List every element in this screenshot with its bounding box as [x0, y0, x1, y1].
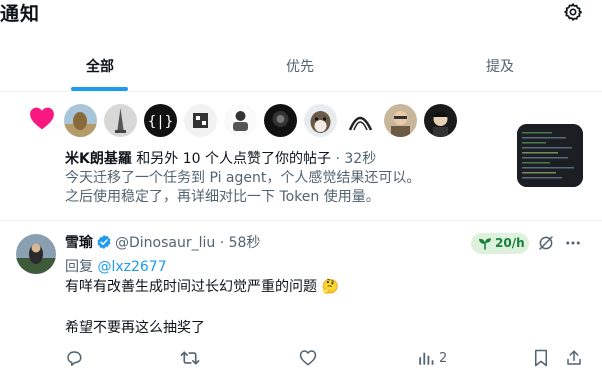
avatar[interactable] — [384, 104, 417, 137]
replying-to: 回复 @lxz2677 — [65, 256, 167, 276]
tab-priority[interactable]: 优先 — [200, 44, 400, 91]
liked-post-line: 今天迁移了一个任务到 Pi agent，个人感觉结果还可以。 — [65, 170, 421, 186]
notifications-header: 通知 — [0, 0, 602, 26]
author-handle[interactable]: @Dinosaur_liu — [115, 235, 215, 251]
reply-button[interactable] — [65, 349, 83, 369]
like-summary: 米K朗基羅 和另外 10 个人点赞了你的帖子 · 32秒 — [65, 149, 485, 169]
avatar[interactable] — [424, 104, 457, 137]
svg-text:{|}: {|} — [148, 114, 173, 130]
bookmark-icon — [535, 349, 547, 367]
rate-badge-label: 20/h — [495, 236, 525, 250]
tab-mentions[interactable]: 提及 — [400, 44, 600, 91]
grok-icon[interactable] — [537, 234, 555, 252]
more-icon[interactable] — [564, 234, 582, 252]
notification-tabs: 全部 优先 提及 — [0, 44, 602, 92]
liker-name[interactable]: 米K朗基羅 — [65, 151, 132, 167]
share-button[interactable] — [565, 349, 583, 369]
repost-icon — [180, 351, 200, 365]
action-bar: 2 — [0, 349, 602, 369]
active-tab-indicator — [71, 87, 128, 91]
replying-to-handle[interactable]: @lxz2677 — [97, 259, 166, 275]
like-notification[interactable]: {|} 米K朗基羅 和另外 10 个人点赞了你的帖子 · 32秒 今天迁移了一个… — [0, 93, 602, 221]
heart-outline-icon — [299, 350, 317, 366]
reply-text: 希望不要再这么抽奖了 — [65, 320, 205, 336]
avatar[interactable] — [184, 104, 217, 137]
analytics-icon — [419, 352, 434, 365]
avatar[interactable] — [344, 104, 377, 137]
replying-to-label: 回复 — [65, 259, 98, 275]
avatar[interactable] — [264, 104, 297, 137]
tab-priority-label: 优先 — [286, 59, 314, 75]
page-title: 通知 — [0, 3, 41, 25]
tab-all[interactable]: 全部 — [0, 44, 200, 91]
avatar[interactable] — [64, 104, 97, 137]
gear-icon[interactable] — [563, 2, 583, 22]
repost-button[interactable] — [180, 349, 200, 369]
view-count: 2 — [439, 351, 448, 366]
liked-post-line: 之后使用稳定了，再详细对比一下 Token 使用量。 — [65, 189, 380, 205]
views-button[interactable]: 2 — [417, 349, 457, 369]
reply-header: 雪瑜 @Dinosaur_liu · 58秒 — [65, 233, 260, 253]
avatar[interactable]: {|} — [144, 104, 177, 137]
reply-notification[interactable]: 雪瑜 @Dinosaur_liu · 58秒 回复 @lxz2677 有咩有改善生… — [0, 222, 602, 386]
liked-post-preview: 今天迁移了一个任务到 Pi agent，个人感觉结果还可以。 之后使用稳定了，再… — [65, 169, 485, 207]
author-name[interactable]: 雪瑜 — [65, 235, 93, 251]
avatar[interactable] — [16, 234, 56, 274]
share-icon — [567, 350, 581, 365]
post-media-thumbnail[interactable] — [517, 124, 583, 187]
reply-timestamp: · 58秒 — [219, 235, 261, 251]
rate-badge[interactable]: 20/h — [471, 233, 529, 254]
reply-icon — [67, 351, 82, 366]
verified-badge-icon — [97, 235, 111, 249]
tab-mentions-label: 提及 — [486, 59, 514, 75]
like-timestamp: · 32秒 — [331, 151, 377, 167]
avatar[interactable] — [104, 104, 137, 137]
heart-icon — [30, 107, 54, 130]
reply-text: 有咩有改善生成时间过长幻觉严重的问题 🤔 — [65, 279, 339, 295]
bookmark-button[interactable] — [533, 349, 549, 369]
avatar[interactable] — [224, 104, 257, 137]
avatar[interactable] — [304, 104, 337, 137]
like-button[interactable] — [299, 349, 317, 369]
tab-all-label: 全部 — [86, 59, 114, 75]
like-action-text: 和另外 10 个人点赞了你的帖子 — [131, 151, 332, 167]
sprout-icon — [479, 238, 491, 250]
